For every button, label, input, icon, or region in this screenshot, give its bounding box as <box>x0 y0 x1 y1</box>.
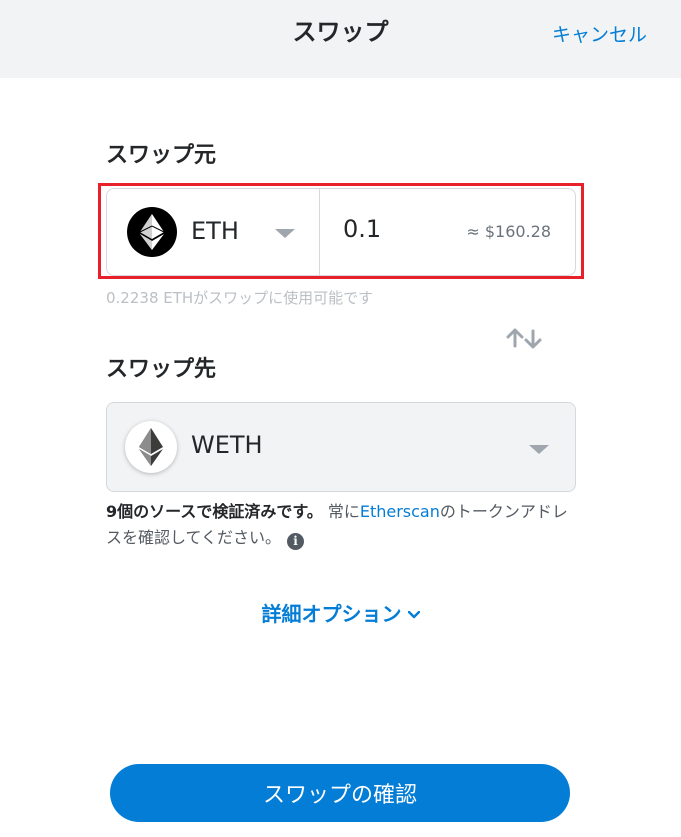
verification-notice: 9個のソースで検証済みです。 常にEtherscanのトークンアドレスを確認して… <box>106 499 576 551</box>
swap-from-label: スワップ元 <box>106 143 217 168</box>
verification-text: 常に <box>322 502 360 521</box>
confirm-swap-button[interactable]: スワップの確認 <box>110 764 570 822</box>
chevron-down-icon <box>407 600 420 624</box>
to-token-symbol: WETH <box>191 431 263 459</box>
to-token-dropdown[interactable]: WETH <box>106 402 576 492</box>
swap-to-label: スワップ先 <box>106 357 217 382</box>
header-bar: スワップ キャンセル <box>0 0 681 78</box>
verification-status: 9個のソースで検証済みです。 <box>106 502 323 521</box>
swap-arrows-icon[interactable] <box>505 326 543 352</box>
info-icon[interactable]: i <box>287 533 305 550</box>
advanced-options-label: 詳細オプション <box>261 602 402 626</box>
highlight-box <box>98 183 584 279</box>
available-balance: 0.2238 ETHがスワップに使用可能です <box>106 289 374 307</box>
ethereum-icon <box>125 421 177 473</box>
advanced-options-toggle[interactable]: 詳細オプション <box>0 598 681 627</box>
chevron-down-icon <box>529 445 549 454</box>
etherscan-link[interactable]: Etherscan <box>360 502 440 521</box>
cancel-button[interactable]: キャンセル <box>552 20 647 47</box>
